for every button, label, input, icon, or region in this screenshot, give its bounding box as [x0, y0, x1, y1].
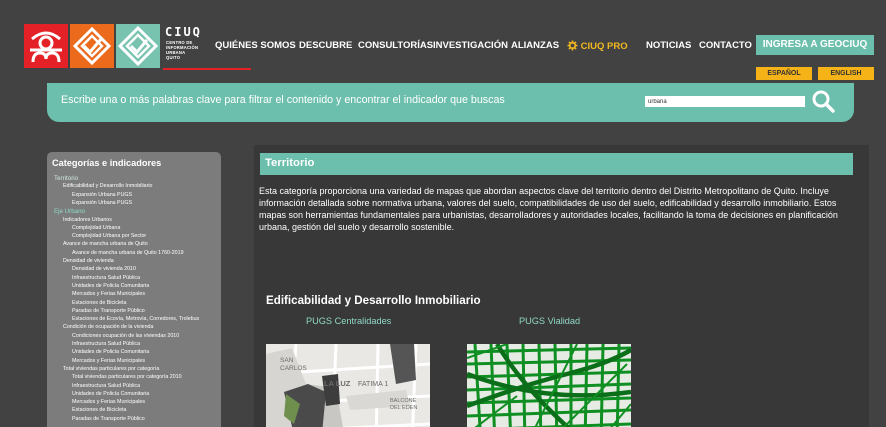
sidebar-item[interactable]: Paradas de Transporte Público — [72, 416, 145, 422]
nav-contacto[interactable]: CONTACTO — [699, 40, 752, 51]
search-input[interactable] — [645, 96, 805, 107]
sidebar-item[interactable]: Condiciones ocupación de las viviendas 2… — [72, 333, 179, 339]
sidebar-item[interactable]: Complejidad Urbana — [72, 225, 120, 231]
sidebar-item[interactable]: Unidades de Policía Comunitaria — [72, 349, 149, 355]
sidebar-item[interactable]: Expansión Urbana PUGS — [72, 200, 132, 206]
sidebar-item[interactable]: Mercados y Ferias Municipales — [72, 399, 145, 405]
map-label-la-luz: LA LUZ — [324, 379, 351, 388]
nav-investigacion[interactable]: INVESTIGACIÓN — [433, 40, 508, 51]
sidebar-item[interactable]: Unidades de Policía Comunitaria — [72, 391, 149, 397]
sidebar-item[interactable]: Mercados y Ferias Municipales — [72, 291, 145, 297]
secretaria-logo — [70, 24, 114, 68]
sidebar-item[interactable]: Expansión Urbana PUGS — [72, 192, 132, 198]
nav-alianzas[interactable]: ALIANZAS — [511, 40, 559, 51]
sidebar-item[interactable]: Infraestructura Salud Pública — [72, 383, 140, 389]
nav-descubre[interactable]: DESCUBRE — [299, 40, 352, 51]
sidebar-item[interactable]: Mercados y Ferias Municipales — [72, 358, 145, 364]
nav-consultorias[interactable]: CONSULTORÍAS — [358, 40, 433, 51]
sidebar-item[interactable]: Densidad de vivienda — [63, 258, 114, 264]
lang-espanol-button[interactable]: ESPAÑOL — [756, 67, 812, 80]
main-content: Territorio Esta categoría proporciona un… — [254, 145, 869, 427]
nav-noticias[interactable]: NOTICIAS — [646, 40, 691, 51]
sidebar-item[interactable]: Complejidad Urbana por Sector — [72, 233, 146, 239]
sidebar-item[interactable]: Densidad de vivienda 2010 — [72, 266, 136, 272]
lang-english-button[interactable]: ENGLISH — [818, 67, 874, 80]
search-hint: Escribe una o más palabras clave para fi… — [61, 94, 505, 106]
sidebar-item[interactable]: Estaciones de Bicicleta — [72, 407, 126, 413]
sidebar-item[interactable]: Estaciones de Ecovía, Metrovía, Corredor… — [72, 316, 199, 322]
sidebar-item[interactable]: Indicadores Urbanos — [63, 217, 112, 223]
category-header: Territorio — [260, 153, 853, 175]
sidebar-item[interactable]: Estaciones de Bicicleta — [72, 300, 126, 306]
search-band: Escribe una o más palabras clave para fi… — [47, 83, 854, 122]
sidebar-item[interactable]: Paradas de Transporte Público — [72, 308, 145, 314]
nav-ciuq-pro-label: CIUQ PRO — [580, 41, 628, 52]
sidebar-item[interactable]: Total viviendas particulares por categor… — [63, 366, 159, 372]
sidebar-item[interactable]: Edificabilidad y Desarrollo Inmobiliario — [63, 183, 153, 189]
nav-quienes-somos[interactable]: QUIÉNES SOMOS — [215, 40, 296, 51]
sidebar-item[interactable]: Condición de ocupación de la vivienda — [63, 324, 153, 330]
geociuq-login-button[interactable]: INGRESA A GEOCIUQ — [756, 35, 874, 55]
municipio-logo — [24, 24, 68, 68]
ciuq-logo-mark — [116, 24, 160, 68]
map-label-del-eden: DEL EDEN — [390, 405, 417, 411]
section-title: Edificabilidad y Desarrollo Inmobiliario — [266, 294, 481, 307]
category-description: Esta categoría proporciona una variedad … — [259, 186, 838, 232]
brand-line-4: QUITO — [166, 55, 181, 60]
map-title-vialidad[interactable]: PUGS Vialidad — [519, 316, 580, 326]
sidebar-title: Categorías e indicadores — [52, 158, 162, 168]
map-label-fatima: FATIMA 1 — [358, 381, 388, 388]
map-label-carlos: CARLOS — [280, 365, 307, 372]
sidebar-item[interactable]: Avance de mancha urbana de Quito 1760-20… — [72, 250, 184, 256]
nav-ciuq-pro[interactable]: CIUQ PRO — [567, 40, 628, 52]
vialidad-map-image — [467, 344, 631, 427]
sidebar-item[interactable]: Infraestructura Salud Pública — [72, 275, 140, 281]
map-thumbnail-vialidad[interactable] — [467, 344, 631, 427]
category-sidebar: Categorías e indicadores Territorio Edifi… — [47, 152, 221, 427]
sidebar-item[interactable]: Territorio — [54, 175, 78, 182]
map-thumbnail-centralidades[interactable]: SAN CARLOS LA LUZ FATIMA 1 BALCONE DEL E… — [266, 344, 430, 427]
search-icon[interactable] — [811, 89, 835, 113]
gear-icon — [567, 40, 578, 51]
sidebar-item[interactable]: Unidades de Policía Comunitaria — [72, 283, 149, 289]
sidebar-item[interactable]: Infraestructura Salud Pública — [72, 341, 140, 347]
sidebar-item[interactable]: Total viviendas particulares por categor… — [72, 374, 182, 380]
map-label-san: SAN — [280, 357, 294, 364]
sidebar-item[interactable]: Eje Urbano — [54, 208, 85, 215]
centralidades-map-image: SAN CARLOS LA LUZ FATIMA 1 BALCONE DEL E… — [266, 344, 430, 427]
map-label-balcone: BALCONE — [390, 398, 417, 404]
map-title-centralidades[interactable]: PUGS Centralidades — [306, 316, 391, 326]
brand-underline — [163, 68, 251, 70]
category-title: Territorio — [265, 157, 315, 169]
brand-short: CIUQ — [165, 25, 202, 39]
sidebar-item[interactable]: Avance de mancha urbana de Quito — [63, 241, 148, 247]
